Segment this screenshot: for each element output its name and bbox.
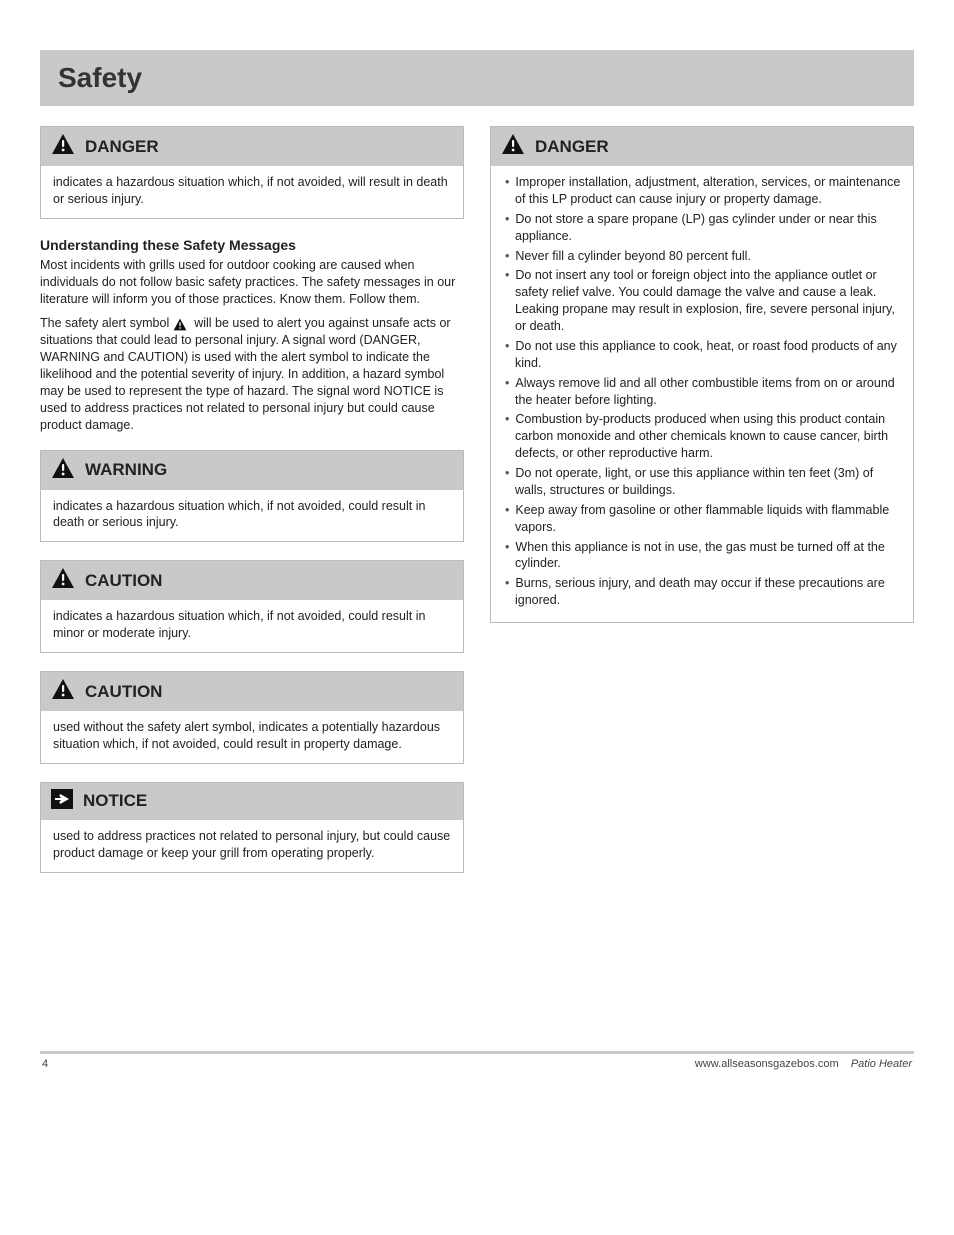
warning-label: WARNING xyxy=(85,460,167,480)
danger-body: indicates a hazardous situation which, i… xyxy=(41,166,463,218)
list-item: Do not use this appliance to cook, heat,… xyxy=(503,338,901,372)
list-item: Improper installation, adjustment, alter… xyxy=(503,174,901,208)
page-number: 4 xyxy=(42,1058,48,1070)
warning-icon xyxy=(501,133,525,160)
intro-p2: The safety alert symbol will be used to … xyxy=(40,315,464,433)
warning-icon xyxy=(51,133,75,160)
intro-p2-pre: The safety alert symbol xyxy=(40,316,173,330)
list-item: When this appliance is not in use, the g… xyxy=(503,539,901,573)
warning-body: indicates a hazardous situation which, i… xyxy=(41,490,463,542)
inline-warning-icon xyxy=(173,318,187,331)
list-item: Combustion by-products produced when usi… xyxy=(503,411,901,462)
list-item: Never fill a cylinder beyond 80 percent … xyxy=(503,248,901,265)
caution-label: CAUTION xyxy=(85,571,162,591)
list-item: Keep away from gasoline or other flammab… xyxy=(503,502,901,536)
right-column: DANGER Improper installation, adjustment… xyxy=(490,126,914,891)
warning-icon xyxy=(51,678,75,705)
notice-box: NOTICE used to address practices not rel… xyxy=(40,782,464,873)
list-item: Always remove lid and all other combusti… xyxy=(503,375,901,409)
intro-p2-post: will be used to alert you against unsafe… xyxy=(40,316,451,431)
footer-rule xyxy=(40,1051,914,1054)
page-title: Safety xyxy=(40,50,914,106)
notice-label: NOTICE xyxy=(83,791,147,811)
arrow-icon xyxy=(51,789,73,814)
warning-icon xyxy=(51,567,75,594)
warning-box: WARNING indicates a hazardous situation … xyxy=(40,450,464,543)
list-item: Burns, serious injury, and death may occ… xyxy=(503,575,901,609)
intro-section: Understanding these Safety Messages Most… xyxy=(40,237,464,434)
left-column: DANGER indicates a hazardous situation w… xyxy=(40,126,464,891)
list-item: Do not store a spare propane (LP) gas cy… xyxy=(503,211,901,245)
list-item: Do not operate, light, or use this appli… xyxy=(503,465,901,499)
notice-body: used to address practices not related to… xyxy=(41,820,463,872)
list-item: Do not insert any tool or foreign object… xyxy=(503,267,901,335)
danger-list: Improper installation, adjustment, alter… xyxy=(503,174,901,609)
caution2-box: CAUTION used without the safety alert sy… xyxy=(40,671,464,764)
footer: 4 www.allseasonsgazebos.com Patio Heater xyxy=(40,1054,914,1070)
footer-url: www.allseasonsgazebos.com xyxy=(695,1058,839,1070)
intro-heading: Understanding these Safety Messages xyxy=(40,237,464,253)
caution2-label: CAUTION xyxy=(85,682,162,702)
caution-body: indicates a hazardous situation which, i… xyxy=(41,600,463,652)
caution2-body: used without the safety alert symbol, in… xyxy=(41,711,463,763)
danger-label: DANGER xyxy=(85,137,159,157)
danger-list-box: DANGER Improper installation, adjustment… xyxy=(490,126,914,623)
intro-p1: Most incidents with grills used for outd… xyxy=(40,257,464,308)
warning-icon xyxy=(51,457,75,484)
danger-list-label: DANGER xyxy=(535,137,609,157)
caution-box: CAUTION indicates a hazardous situation … xyxy=(40,560,464,653)
danger-box: DANGER indicates a hazardous situation w… xyxy=(40,126,464,219)
footer-product: Patio Heater xyxy=(851,1058,912,1070)
